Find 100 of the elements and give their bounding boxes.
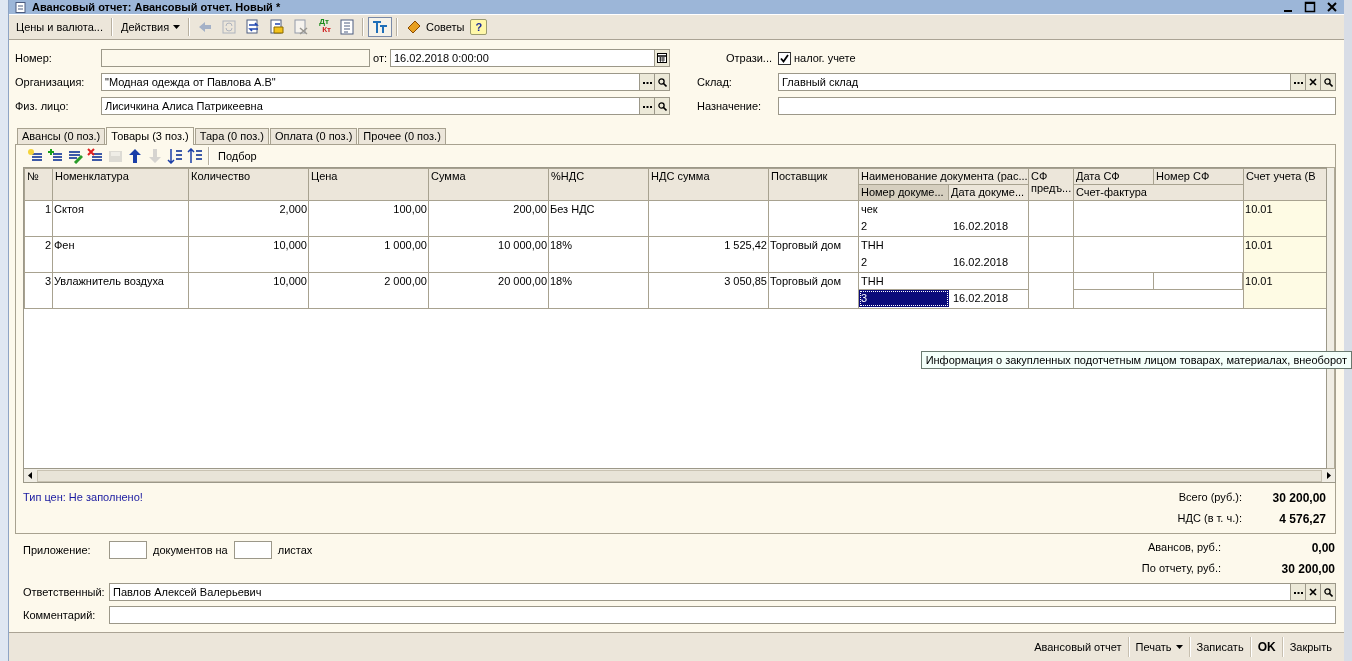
tips-icon xyxy=(406,19,422,35)
summary-value: 0,00 xyxy=(1310,541,1335,556)
table-cell: 20 000,00 xyxy=(428,272,549,309)
tooltip: Информация о закупленных подотчетным лицом товарах, материалах, внеоборот xyxy=(920,351,1352,369)
count-field[interactable] xyxy=(109,541,147,560)
sort-icon[interactable] xyxy=(167,148,183,164)
table-cell[interactable]: 3 xyxy=(859,290,949,307)
table-cell[interactable]: 2 xyxy=(859,254,949,271)
table-cell: 10,000 xyxy=(188,272,309,309)
debit-credit-button[interactable]: Дт Кт xyxy=(314,17,334,37)
summary-label: Авансов, руб.: xyxy=(1147,541,1221,556)
close-icon[interactable] xyxy=(1326,1,1338,13)
table-cell: 2 xyxy=(24,236,53,273)
window-title: Авансовый отчет: Авансовый отчет. Новый * xyxy=(32,1,282,13)
tab[interactable]: Оплата (0 поз.) xyxy=(269,128,358,144)
column-header[interactable]: Количество xyxy=(188,168,309,201)
table-cell: 10.01 xyxy=(1243,236,1327,273)
field-label: Номер: xyxy=(15,52,53,64)
help-button[interactable]: ? xyxy=(470,19,488,35)
menu-button[interactable]: Цены и валюта... xyxy=(12,17,107,37)
table-cell: Без НДС xyxy=(548,200,649,237)
tab[interactable]: Тара (0 поз.) xyxy=(194,128,269,144)
field-label: Приложение: xyxy=(23,544,92,557)
scrollbar[interactable] xyxy=(23,469,1336,483)
column-header[interactable]: НДС сумма xyxy=(648,168,769,201)
input-cell[interactable] xyxy=(1154,273,1243,290)
table-cell: Торговый дом xyxy=(768,236,859,273)
tax-checkbox[interactable] xyxy=(778,51,791,65)
sort-icon[interactable] xyxy=(187,148,203,164)
column-header[interactable]: Номенклатура xyxy=(52,168,189,201)
column-header[interactable]: Поставщик xyxy=(768,168,859,201)
footer-button[interactable]: Авансовый отчет xyxy=(1028,637,1128,657)
field-label: Физ. лицо: xyxy=(15,100,70,112)
table-cell: 18% xyxy=(548,272,649,309)
column-header[interactable]: Счет учета (В xyxy=(1243,168,1327,201)
table-cell-text: 16.02.2018 xyxy=(952,291,1010,306)
footer-button[interactable]: Записать xyxy=(1190,637,1250,657)
tab[interactable]: Товары (3 поз.) xyxy=(106,127,194,145)
table-cell: Фен xyxy=(52,236,189,273)
journal-icon[interactable] xyxy=(339,19,355,35)
table-cell: 18% xyxy=(548,236,649,273)
footer-button[interactable]: Закрыть xyxy=(1283,637,1338,657)
column-header[interactable]: Сумма xyxy=(428,168,549,201)
column-header[interactable]: Номер СФ xyxy=(1153,168,1244,185)
table-cell: 100,00 xyxy=(308,200,429,237)
column-header[interactable]: Цена xyxy=(308,168,429,201)
scroll-left-icon[interactable] xyxy=(28,472,32,479)
table-cell: 10.01 xyxy=(1243,272,1327,309)
total-label: НДС (в т. ч.): xyxy=(1177,512,1242,526)
checkbox-label: налог. учете xyxy=(794,52,856,64)
total-label: Всего (руб.): xyxy=(1177,491,1242,505)
add-row-icon[interactable] xyxy=(27,148,43,164)
check-icon xyxy=(780,53,789,63)
field-label: документов на xyxy=(152,544,229,557)
column-header[interactable]: %НДС xyxy=(548,168,649,201)
tips-button[interactable]: Советы xyxy=(402,17,469,37)
table-cell: 200,00 xyxy=(428,200,549,237)
table-cell[interactable]: 2 xyxy=(859,218,949,235)
table-cell: Увлажнитель воздуха xyxy=(52,272,189,309)
table-cell: 3 xyxy=(24,272,53,309)
table-cell: 1 000,00 xyxy=(308,236,429,273)
column-header[interactable]: СФ предъ... xyxy=(1028,168,1074,201)
table-cell: 10.01 xyxy=(1243,200,1327,237)
pick-button[interactable]: Подбор xyxy=(214,147,261,165)
table-cell: Сктоя xyxy=(52,200,189,237)
maximize-icon[interactable] xyxy=(1304,1,1316,13)
document-post-icon[interactable] xyxy=(269,19,286,35)
field-label: Отрази... xyxy=(724,52,773,64)
total-value: 30 200,00 xyxy=(1271,491,1326,505)
scroll-right-icon[interactable] xyxy=(1327,472,1331,479)
summary-value: 30 200,00 xyxy=(1280,562,1335,577)
print-menu-button[interactable]: Печать xyxy=(1129,637,1189,657)
tab[interactable]: Прочее (0 поз.) xyxy=(358,128,446,144)
column-header[interactable]: № xyxy=(24,168,53,201)
input-cell[interactable] xyxy=(1074,273,1154,290)
field-label: Склад: xyxy=(697,76,733,88)
ok-button[interactable]: OK xyxy=(1251,637,1282,657)
caret-icon xyxy=(173,25,181,29)
table-cell: 1 525,42 xyxy=(648,236,769,273)
field-label: Назначение: xyxy=(697,100,763,112)
table-cell: Торговый дом xyxy=(768,272,859,309)
table-cell: 2 000,00 xyxy=(308,272,429,309)
actions-menu-button[interactable]: Действия xyxy=(116,17,185,37)
table-cell-text: ТНН xyxy=(860,238,885,253)
delete-row-icon[interactable] xyxy=(87,148,103,164)
price-type-link[interactable]: Тип цен: Не заполнено! xyxy=(23,491,143,526)
count-field[interactable] xyxy=(233,541,272,560)
table-cell-text: 16.02.2018 xyxy=(952,219,1010,234)
field-label: от: xyxy=(372,52,388,64)
column-header[interactable]: Дата СФ xyxy=(1073,168,1154,185)
column-header[interactable]: Наименование документа (рас... xyxy=(858,168,1029,185)
edit-row-icon[interactable] xyxy=(67,148,83,164)
swap-document-icon[interactable] xyxy=(245,19,262,35)
copy-row-icon[interactable] xyxy=(47,148,63,164)
tab[interactable]: Авансы (0 поз.) xyxy=(17,128,106,144)
table-cell: 1 xyxy=(24,200,53,237)
field-label: листах xyxy=(276,544,314,557)
caret-icon xyxy=(1175,645,1183,649)
table-cell: 2,000 xyxy=(188,200,309,237)
arrow-up-icon[interactable] xyxy=(127,148,143,164)
